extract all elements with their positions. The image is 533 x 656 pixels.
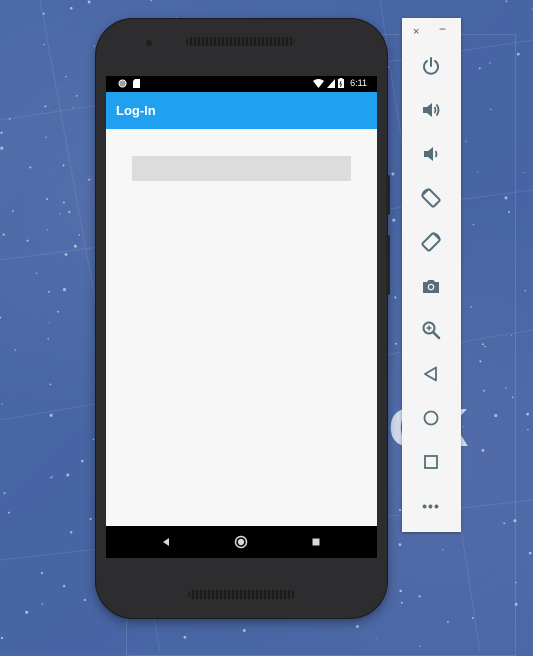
rotate-right-icon [421,232,441,252]
close-button[interactable]: × [413,26,419,38]
rotate-right-button[interactable] [418,229,444,255]
volume-up-button[interactable] [418,97,444,123]
phone-power-key [386,175,390,215]
app-bar: Log-In [106,92,377,129]
volume-down-icon [424,147,438,161]
back-icon[interactable] [159,535,173,549]
home-button[interactable] [418,405,444,431]
volume-up-icon [423,103,440,117]
front-camera [146,40,152,46]
battery-icon [338,78,345,88]
power-icon [423,57,439,75]
status-time: 6:11 [350,78,367,88]
home-icon [423,410,439,426]
zoom-button[interactable] [418,317,444,343]
phone-screen: 6:11 Log-In [106,76,377,558]
home-icon[interactable] [234,535,248,549]
recents-icon[interactable] [309,535,323,549]
emulator-toolbar: × − ••• [402,18,461,532]
power-button[interactable] [418,53,444,79]
screenshot-button[interactable] [418,273,444,299]
wifi-icon [313,78,325,88]
overview-button[interactable] [418,449,444,475]
signal-icon [327,78,336,88]
back-icon [424,366,437,382]
more-icon: ••• [422,498,440,514]
rotate-left-button[interactable] [418,185,444,211]
navigation-bar [106,526,377,558]
app-content [106,129,377,526]
overview-icon [424,455,438,469]
camera-icon [423,280,439,293]
bottom-speaker [188,590,295,599]
rotate-left-icon [421,188,441,208]
sd-card-icon [133,79,140,88]
zoom-icon [422,321,441,340]
volume-down-button[interactable] [418,141,444,167]
status-bar: 6:11 [106,76,377,92]
app-title: Log-In [116,103,156,118]
phone-volume-key [386,235,390,295]
sync-icon [118,79,127,88]
minimize-button[interactable]: − [439,22,446,36]
back-button[interactable] [418,361,444,387]
loading-placeholder-field[interactable] [132,156,351,181]
more-button[interactable]: ••• [418,493,444,519]
toolbar-window-controls: × − [402,18,461,44]
earpiece-speaker [186,37,295,46]
